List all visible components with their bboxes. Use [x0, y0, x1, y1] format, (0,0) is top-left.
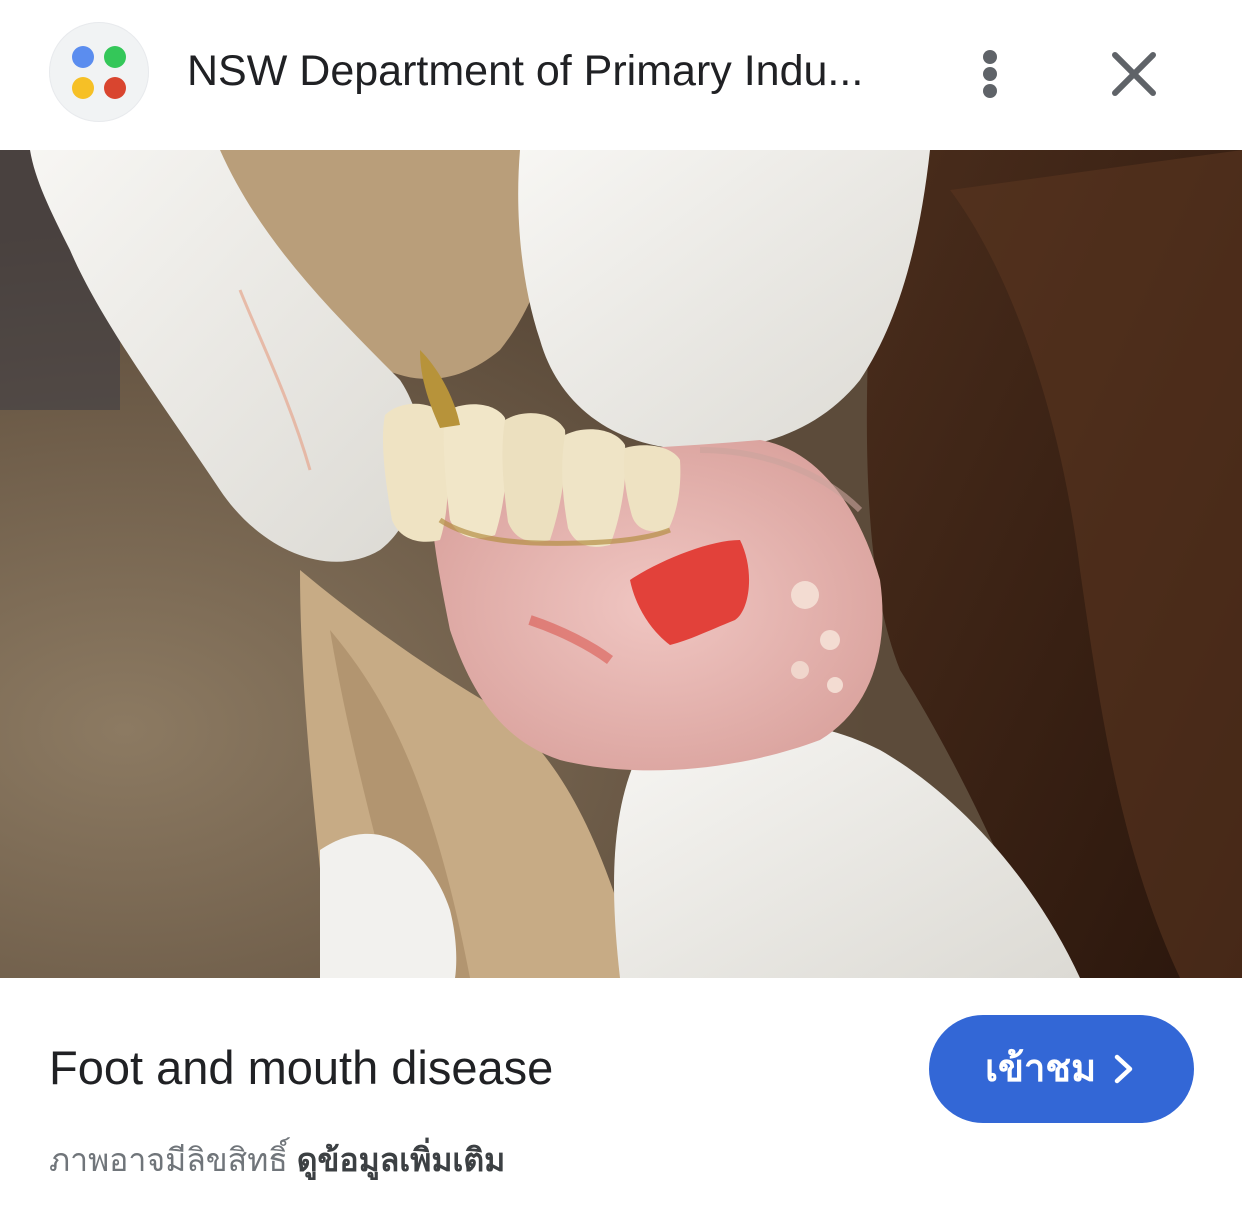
- viewer-header: NSW Department of Primary Indu...: [0, 0, 1242, 150]
- copyright-text: ภาพอาจมีลิขสิทธิ์: [49, 1142, 288, 1178]
- preview-image-illustration: [0, 150, 1242, 978]
- vertical-dots-icon-bottom: [983, 84, 997, 98]
- favicon-dot-blue: [72, 46, 94, 68]
- visit-button[interactable]: เข้าชม: [929, 1015, 1194, 1123]
- image-title: Foot and mouth disease: [49, 1041, 554, 1094]
- chevron-right-icon: [1114, 1054, 1133, 1084]
- favicon-dot-yellow: [72, 77, 94, 99]
- favicon-dot-red: [104, 77, 126, 99]
- more-options-button[interactable]: [960, 38, 1020, 110]
- vertical-dots-icon-middle: [983, 67, 997, 81]
- site-favicon-icon[interactable]: [49, 22, 149, 122]
- close-icon: [1112, 52, 1156, 96]
- learn-more-link[interactable]: ดูข้อมูลเพิ่มเติม: [297, 1142, 506, 1178]
- visit-button-label: เข้าชม: [985, 1048, 1097, 1090]
- preview-image[interactable]: [0, 150, 1242, 978]
- copyright-notice: ภาพอาจมีลิขสิทธิ์ ดูข้อมูลเพิ่มเติม: [49, 1138, 505, 1182]
- favicon-dot-green: [104, 46, 126, 68]
- source-title[interactable]: NSW Department of Primary Indu...: [187, 44, 907, 98]
- vertical-dots-icon: [983, 50, 997, 64]
- close-button[interactable]: [1098, 38, 1170, 110]
